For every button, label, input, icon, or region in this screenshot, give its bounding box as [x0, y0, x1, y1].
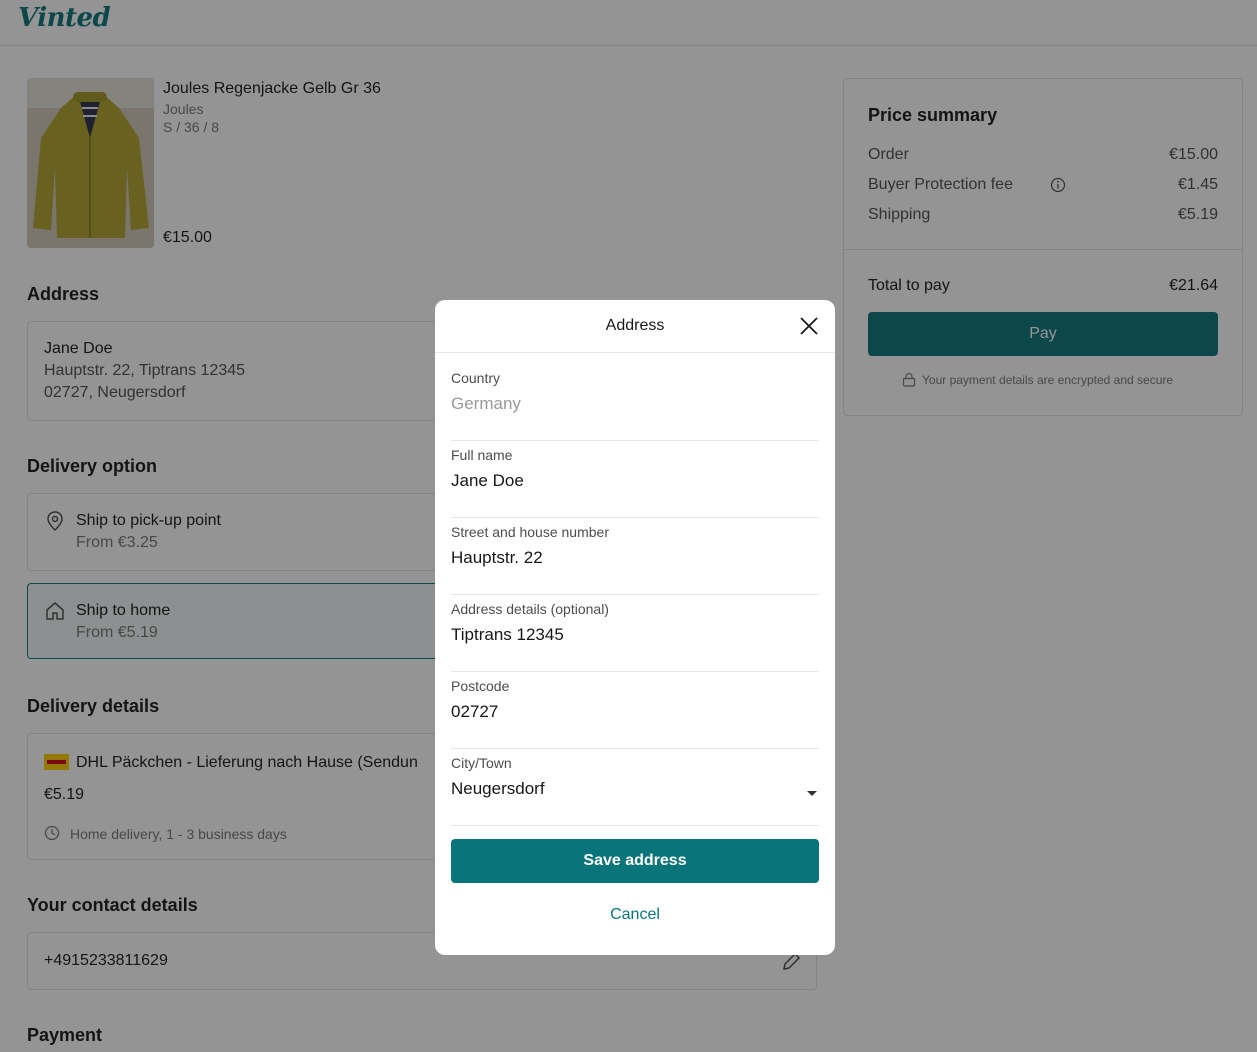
address-modal: Address Country Germany Full name Jane D…	[435, 300, 835, 955]
city-label: City/Town	[451, 755, 512, 771]
full-name-input[interactable]: Jane Doe	[451, 471, 524, 491]
postcode-input[interactable]: 02727	[451, 702, 498, 722]
modal-title: Address	[605, 317, 665, 334]
postcode-label: Postcode	[451, 678, 510, 694]
address-details-input[interactable]: Tiptrans 12345	[451, 625, 564, 645]
cancel-button[interactable]: Cancel	[451, 906, 819, 930]
country-value: Germany	[451, 394, 521, 413]
country-label: Country	[451, 370, 501, 386]
modal-header: Address	[435, 300, 835, 353]
street-field[interactable]: Street and house number Hauptstr. 22	[451, 524, 819, 595]
street-label: Street and house number	[451, 524, 609, 540]
country-field: Country Germany	[451, 370, 819, 441]
save-address-button[interactable]: Save address	[451, 839, 819, 883]
city-select[interactable]: Neugersdorf	[451, 779, 545, 799]
postcode-field[interactable]: Postcode 02727	[451, 678, 819, 749]
city-field[interactable]: City/Town Neugersdorf	[451, 755, 819, 826]
address-details-label: Address details (optional)	[451, 601, 609, 617]
full-name-field[interactable]: Full name Jane Doe	[451, 447, 819, 518]
address-details-field[interactable]: Address details (optional) Tiptrans 1234…	[451, 601, 819, 672]
close-icon[interactable]	[799, 316, 819, 336]
full-name-label: Full name	[451, 447, 513, 463]
dropdown-caret-icon[interactable]	[807, 791, 817, 796]
street-input[interactable]: Hauptstr. 22	[451, 548, 543, 568]
